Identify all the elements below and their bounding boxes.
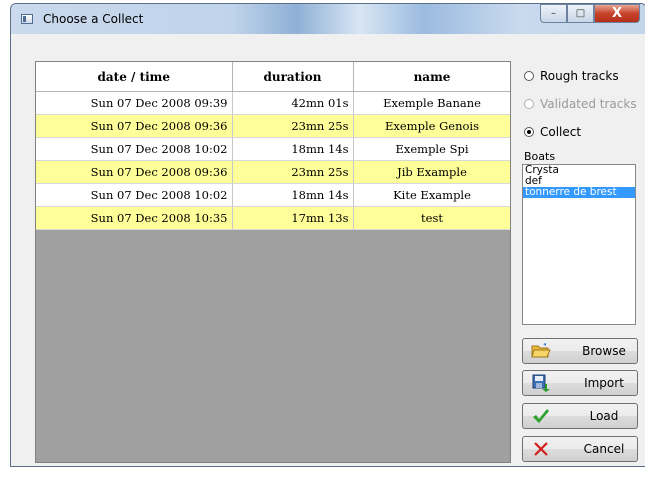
- app-window-icon: [21, 14, 33, 24]
- collect-label: Collect: [540, 125, 582, 139]
- maximize-icon: □: [575, 8, 586, 19]
- cell-date: Sun 07 Dec 2008 10:02: [36, 183, 233, 207]
- import-disk-icon: [531, 374, 551, 392]
- minimize-icon: –: [551, 8, 556, 19]
- choose-collect-dialog: Choose a Collect – □ X date / time durat…: [10, 3, 645, 467]
- cell-duration: 18mn 14s: [232, 183, 354, 207]
- close-button[interactable]: X: [594, 4, 640, 23]
- collect-radio[interactable]: Collect: [524, 123, 581, 141]
- cell-name: Exemple Genois: [353, 114, 510, 138]
- cell-name: Exemple Spi: [353, 137, 510, 161]
- cancel-label: Cancel: [583, 442, 625, 456]
- cell-name: Kite Example: [353, 183, 510, 207]
- browse-button[interactable]: Browse: [522, 338, 638, 364]
- cell-date: Sun 07 Dec 2008 09:36: [36, 114, 233, 138]
- browse-label: Browse: [582, 344, 626, 358]
- table-row[interactable]: Sun 07 Dec 2008 10:02 18mn 14s Exemple Spi: [36, 137, 510, 161]
- import-label: Import: [584, 376, 624, 390]
- cancel-button[interactable]: Cancel: [522, 436, 638, 462]
- close-icon: X: [611, 6, 623, 21]
- rough-tracks-radio[interactable]: Rough tracks: [524, 67, 619, 85]
- folder-open-icon: [531, 342, 551, 360]
- minimize-button[interactable]: –: [540, 4, 567, 23]
- column-header-duration[interactable]: duration: [232, 62, 354, 92]
- boat-item-selected[interactable]: tonnerre de brest: [523, 187, 635, 198]
- cell-date: Sun 07 Dec 2008 09:39: [36, 91, 233, 115]
- cell-name: Jib Example: [353, 160, 510, 184]
- cell-duration: 17mn 13s: [232, 206, 354, 230]
- radio-dot-checked-icon: [524, 127, 534, 137]
- cell-name: test: [353, 206, 510, 230]
- collect-table[interactable]: date / time duration name Sun 07 Dec 200…: [35, 61, 511, 463]
- boats-listbox[interactable]: Crysta def tonnerre de brest: [522, 164, 636, 325]
- boats-label: Boats: [524, 150, 556, 163]
- cell-duration: 23mn 25s: [232, 160, 354, 184]
- column-header-name[interactable]: name: [353, 62, 510, 92]
- radio-dot-icon: [524, 71, 534, 81]
- window-title: Choose a Collect: [43, 12, 144, 26]
- dialog-client-area: date / time duration name Sun 07 Dec 200…: [18, 34, 639, 466]
- title-bar[interactable]: Choose a Collect – □ X: [11, 4, 645, 34]
- table-row[interactable]: Sun 07 Dec 2008 10:35 17mn 13s test: [36, 206, 510, 230]
- maximize-button[interactable]: □: [567, 4, 594, 23]
- cell-date: Sun 07 Dec 2008 10:35: [36, 206, 233, 230]
- cell-duration: 18mn 14s: [232, 137, 354, 161]
- column-header-date[interactable]: date / time: [36, 62, 233, 92]
- cell-date: Sun 07 Dec 2008 09:36: [36, 160, 233, 184]
- cell-name: Exemple Banane: [353, 91, 510, 115]
- import-button[interactable]: Import: [522, 370, 638, 396]
- table-row[interactable]: Sun 07 Dec 2008 10:02 18mn 14s Kite Exampl…: [36, 183, 510, 207]
- table-row[interactable]: Sun 07 Dec 2008 09:36 23mn 25s Exemple Gen…: [36, 114, 510, 138]
- table-row[interactable]: Sun 07 Dec 2008 09:36 23mn 25s Jib Example: [36, 160, 510, 184]
- cell-date: Sun 07 Dec 2008 10:02: [36, 137, 233, 161]
- cell-duration: 23mn 25s: [232, 114, 354, 138]
- cancel-x-icon: [531, 440, 551, 458]
- rough-tracks-label: Rough tracks: [540, 69, 619, 83]
- table-header-row: date / time duration name: [36, 62, 510, 92]
- table-row[interactable]: Sun 07 Dec 2008 09:39 42mn 01s Exemple Ban…: [36, 91, 510, 115]
- validated-tracks-label: Validated tracks: [540, 97, 637, 111]
- load-button[interactable]: Load: [522, 403, 638, 429]
- window-controls: – □ X: [540, 4, 640, 24]
- cell-duration: 42mn 01s: [232, 91, 354, 115]
- checkmark-icon: [531, 407, 551, 425]
- validated-tracks-radio[interactable]: Validated tracks: [524, 95, 637, 113]
- load-label: Load: [589, 409, 619, 423]
- radio-dot-icon: [524, 99, 534, 109]
